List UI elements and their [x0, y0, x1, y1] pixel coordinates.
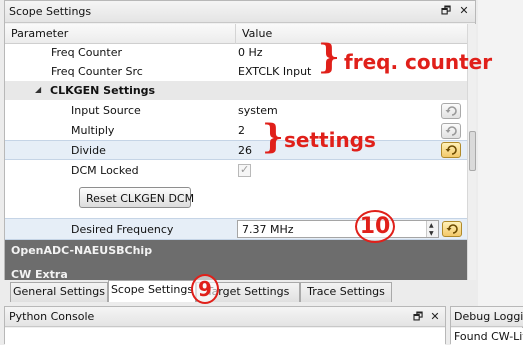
- annotation-settings: settings: [284, 128, 376, 152]
- annotation-circle-10-label: 10: [359, 214, 391, 239]
- param-label: Freq Counter: [51, 46, 123, 59]
- scrollbar-thumb[interactable]: [469, 131, 476, 171]
- annotation-circle-9-label: 9: [198, 277, 212, 301]
- python-console-title: Python Console: [9, 310, 95, 323]
- row-divide[interactable]: Divide 26: [5, 140, 467, 160]
- reset-default-icon[interactable]: [442, 221, 462, 237]
- param-label: Freq Counter Src: [51, 65, 143, 78]
- dock-title: Scope Settings: [9, 5, 92, 18]
- spin-up-icon[interactable]: ▲: [429, 222, 434, 229]
- float-icon[interactable]: 🗗: [411, 310, 425, 324]
- scope-settings-dock: Scope Settings 🗗 ✕ Parameter Value Freq …: [4, 0, 476, 281]
- right-strip: [478, 0, 523, 306]
- dcm-locked-checkbox[interactable]: [238, 163, 251, 177]
- debug-logging-title-bar: Debug Logging: [451, 307, 523, 327]
- button-label: Reset CLKGEN DCM: [86, 192, 195, 205]
- close-icon[interactable]: ✕: [457, 4, 471, 18]
- tab-label: Trace Settings: [307, 285, 385, 298]
- group-label: CLKGEN Settings: [50, 84, 156, 97]
- group-openadc-naeusbchip[interactable]: OpenADC-NAEUSBChip: [5, 240, 467, 262]
- annotation-brace-freq: }: [318, 37, 340, 77]
- collapse-arrow-icon[interactable]: ◢: [35, 85, 41, 94]
- param-label: DCM Locked: [71, 164, 139, 177]
- reset-default-icon[interactable]: [441, 142, 461, 158]
- reset-default-icon[interactable]: [441, 103, 461, 119]
- param-label: Desired Frequency: [71, 223, 174, 236]
- annotation-freq-counter: freq. counter: [344, 50, 493, 74]
- tab-trace-settings[interactable]: Trace Settings: [300, 282, 392, 302]
- tab-label: Scope Settings: [110, 283, 194, 296]
- group-cw-extra[interactable]: CW Extra: [5, 262, 467, 281]
- param-label: Input Source: [71, 104, 141, 117]
- debug-logging-title: Debug Logging: [454, 310, 523, 323]
- header-separator: [235, 24, 236, 44]
- spin-down-icon[interactable]: ▼: [429, 230, 434, 237]
- tree-header: Parameter Value: [5, 24, 467, 44]
- annotation-circle-9: 9: [191, 274, 219, 304]
- spinbox-arrows[interactable]: ▲ ▼: [426, 221, 438, 237]
- close-icon[interactable]: ✕: [428, 310, 442, 324]
- debug-logging-output[interactable]: Found CW-Lite: [451, 328, 523, 345]
- param-value: 0 Hz: [238, 46, 263, 59]
- row-desired-frequency[interactable]: Desired Frequency 7.37 MHz ▲ ▼: [5, 218, 467, 240]
- param-value[interactable]: 2: [238, 124, 245, 137]
- annotation-brace-settings: }: [262, 117, 284, 157]
- group-clkgen-settings[interactable]: ◢ CLKGEN Settings: [5, 81, 467, 100]
- debug-logging-dock: Debug Logging Found CW-Lite: [450, 306, 523, 345]
- spinbox-value: 7.37 MHz: [242, 223, 294, 236]
- group-label: OpenADC-NAEUSBChip: [11, 244, 153, 257]
- row-input-source[interactable]: Input Source system: [5, 101, 467, 120]
- tab-general-settings[interactable]: General Settings: [10, 282, 108, 302]
- tab-bar: General Settings Scope Settings Target S…: [4, 280, 476, 302]
- dock-title-bar: Scope Settings 🗗 ✕: [5, 1, 475, 23]
- param-value[interactable]: system: [238, 104, 278, 117]
- row-multiply[interactable]: Multiply 2: [5, 121, 467, 140]
- tab-label: Target Settings: [206, 285, 290, 298]
- tab-scope-settings[interactable]: Scope Settings: [108, 280, 196, 302]
- reset-clkgen-dcm-button[interactable]: Reset CLKGEN DCM: [79, 187, 195, 208]
- param-label: Multiply: [71, 124, 115, 137]
- param-label: Divide: [71, 144, 106, 157]
- reset-default-icon[interactable]: [441, 123, 461, 139]
- python-console-output[interactable]: [5, 328, 445, 345]
- desired-frequency-spinbox[interactable]: 7.37 MHz ▲ ▼: [237, 220, 439, 238]
- annotation-circle-10: 10: [355, 210, 395, 243]
- float-icon[interactable]: 🗗: [439, 4, 453, 18]
- header-value[interactable]: Value: [242, 27, 272, 40]
- row-dcm-locked[interactable]: DCM Locked: [5, 161, 467, 180]
- python-console-dock: Python Console 🗗 ✕: [4, 306, 446, 345]
- tab-label: General Settings: [13, 285, 105, 298]
- python-console-title-bar: Python Console 🗗 ✕: [5, 307, 445, 327]
- param-value[interactable]: 26: [238, 144, 252, 157]
- header-parameter[interactable]: Parameter: [11, 27, 68, 40]
- param-value[interactable]: EXTCLK Input: [238, 65, 311, 78]
- log-line: Found CW-Lite: [454, 330, 523, 343]
